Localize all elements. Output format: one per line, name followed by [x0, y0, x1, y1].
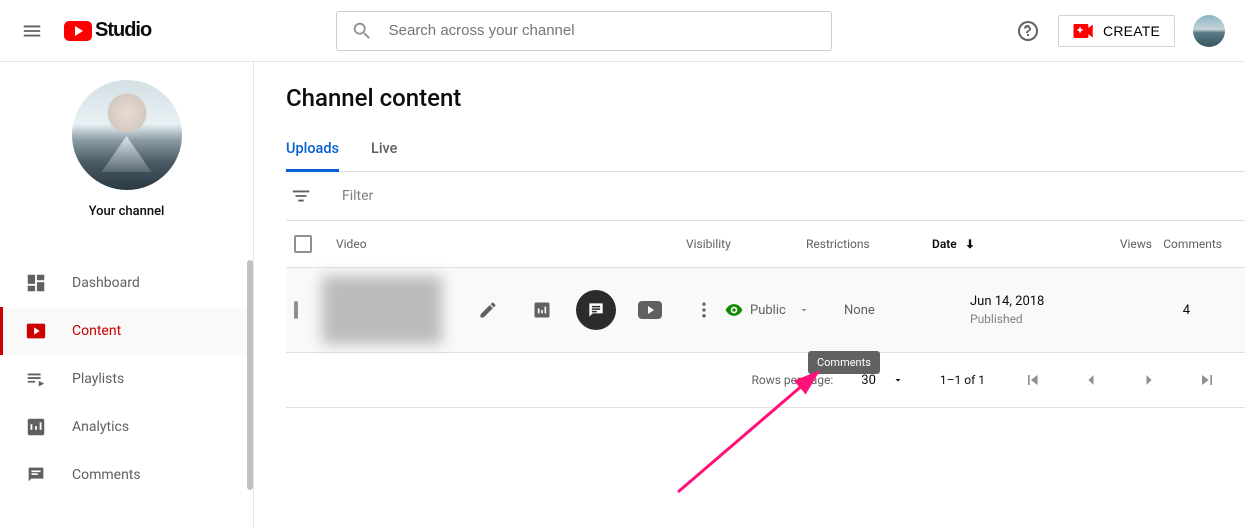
app-header: Studio CREATE	[0, 0, 1245, 62]
analytics-icon	[24, 416, 48, 438]
sidebar-item-content[interactable]: Content	[0, 307, 253, 355]
filter-row[interactable]: Filter	[286, 172, 1245, 220]
prev-page-icon[interactable]	[1071, 370, 1111, 390]
search-input-wrap[interactable]	[336, 11, 832, 51]
video-thumbnail[interactable]	[322, 276, 442, 344]
column-date[interactable]: Date	[932, 237, 1072, 251]
logo-text: Studio	[95, 19, 151, 42]
channel-avatar[interactable]	[72, 80, 182, 190]
column-comments: Comments	[1152, 237, 1222, 251]
sidebar: Your channel Dashboard Content Playlists…	[0, 62, 254, 528]
create-button-label: CREATE	[1103, 23, 1160, 39]
last-page-icon[interactable]	[1187, 370, 1227, 390]
sidebar-item-analytics[interactable]: Analytics	[0, 403, 253, 451]
page-title: Channel content	[286, 84, 1245, 112]
chevron-down-icon	[892, 374, 904, 386]
sidebar-item-label: Dashboard	[72, 275, 140, 291]
tabs: Uploads Live	[286, 134, 1245, 172]
column-video: Video	[336, 237, 686, 251]
pagination: Rows per page: 30 1–1 of 1	[286, 352, 1245, 408]
scrollbar[interactable]	[247, 260, 253, 490]
cell-views: 4	[1110, 303, 1190, 318]
filter-placeholder: Filter	[342, 188, 373, 204]
sidebar-item-label: Comments	[72, 467, 141, 483]
table-header: Video Visibility Restrictions Date Views…	[286, 220, 1245, 268]
search-icon	[351, 20, 373, 42]
avatar[interactable]	[1193, 15, 1225, 47]
tab-uploads[interactable]: Uploads	[286, 134, 339, 171]
tooltip: Comments	[808, 351, 880, 374]
logo[interactable]: Studio	[64, 19, 151, 42]
filter-icon	[290, 185, 312, 207]
sidebar-item-label: Content	[72, 323, 121, 339]
table-row: Public None Jun 14, 2018 Published 4 0	[286, 268, 1245, 352]
video-camera-icon	[1073, 24, 1095, 38]
sidebar-item-comments[interactable]: Comments	[0, 451, 253, 499]
edit-icon[interactable]	[468, 290, 508, 330]
cell-restrictions: None	[844, 303, 970, 318]
row-checkbox[interactable]	[294, 301, 298, 319]
select-all-checkbox[interactable]	[294, 235, 312, 253]
channel-name: Your channel	[89, 204, 165, 219]
content-icon	[24, 320, 48, 342]
analytics-icon[interactable]	[522, 290, 562, 330]
arrow-down-icon	[963, 237, 977, 251]
search-input[interactable]	[389, 22, 817, 39]
cell-visibility[interactable]: Public	[724, 300, 844, 320]
tab-live[interactable]: Live	[371, 134, 397, 171]
chevron-down-icon	[798, 304, 810, 316]
cell-date: Jun 14, 2018 Published	[970, 294, 1110, 326]
rows-per-page-label: Rows per page:	[751, 373, 833, 387]
cell-comments[interactable]: 0	[1190, 303, 1245, 318]
create-button[interactable]: CREATE	[1058, 15, 1175, 47]
sidebar-item-playlists[interactable]: Playlists	[0, 355, 253, 403]
column-restrictions: Restrictions	[806, 237, 932, 251]
main-content: Channel content Uploads Live Filter Vide…	[254, 62, 1245, 528]
comments-icon[interactable]	[576, 290, 616, 330]
comments-icon	[24, 464, 48, 486]
more-icon[interactable]	[684, 290, 724, 330]
playlists-icon	[24, 368, 48, 390]
pagination-range: 1–1 of 1	[940, 373, 985, 387]
rows-per-page-select[interactable]: 30	[861, 373, 904, 388]
youtube-watch-icon[interactable]	[630, 290, 670, 330]
help-icon[interactable]	[1016, 19, 1040, 43]
menu-icon[interactable]	[20, 19, 44, 43]
dashboard-icon	[24, 272, 48, 294]
first-page-icon[interactable]	[1013, 370, 1053, 390]
column-visibility: Visibility	[686, 237, 806, 251]
youtube-icon	[64, 21, 92, 41]
visibility-public-icon	[724, 300, 744, 320]
sidebar-item-label: Analytics	[72, 419, 129, 435]
column-views: Views	[1072, 237, 1152, 251]
next-page-icon[interactable]	[1129, 370, 1169, 390]
sidebar-item-label: Playlists	[72, 371, 124, 387]
sidebar-item-dashboard[interactable]: Dashboard	[0, 259, 253, 307]
